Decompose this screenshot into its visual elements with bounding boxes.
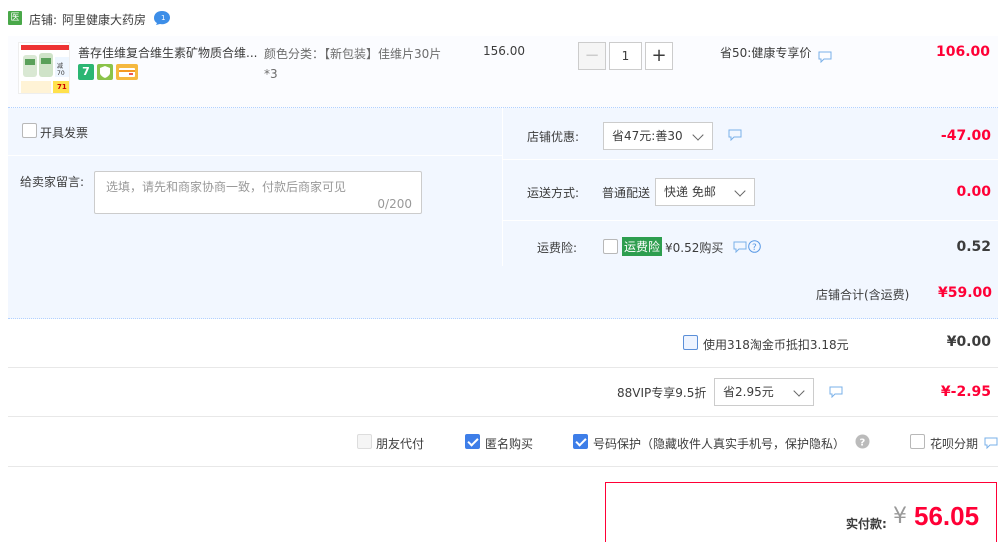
svg-text:?: ? [752,243,757,253]
credit-card-icon[interactable] [116,64,138,80]
actual-payment-amount: 56.05 [914,501,980,531]
friend-pay-checkbox[interactable] [357,434,372,449]
divider [8,466,998,467]
shipping-select[interactable]: 快递 免邮 [655,178,755,206]
chevron-down-icon [734,185,746,197]
currency-symbol: ¥ [893,504,907,529]
character-counter: 0/200 [377,197,412,211]
insurance-label: 运费险: [537,241,578,255]
chevron-down-icon [692,129,704,141]
seller-message-placeholder: 选填，请先和商家协商一致，付款后商家可见 [106,180,347,194]
service-badges: 7 [78,64,141,80]
comment-icon[interactable] [818,51,832,63]
shop-discount-label: 店铺优惠: [527,130,580,144]
quantity-input[interactable]: 1 [609,42,642,70]
divider [8,416,998,417]
taobao-coin-label: 使用318淘金币抵扣3.18元 [703,338,849,352]
svg-text:?: ? [860,438,866,449]
shipping-method: 普通配送 [602,186,651,200]
help-icon[interactable]: ? [748,240,761,253]
thumb-promo-text: 减70 [57,63,65,77]
chevron-down-icon [793,385,805,397]
shop-discount-row: 店铺优惠: 省47元:善30 -47.00 [503,108,999,160]
taobao-coin-checkbox[interactable] [683,335,698,350]
insurance-checkbox[interactable] [603,239,618,254]
shop-discount-selected: 省47元:善30 [612,129,683,143]
seller-message-label: 给卖家留言: [20,175,85,189]
shop-settlement-panel: 店铺优惠: 省47元:善30 -47.00 运送方式: 普通配送 快递 免邮 0… [502,108,999,266]
comment-icon[interactable] [728,129,742,141]
guarantee-icon[interactable] [97,64,113,80]
shop-discount-select[interactable]: 省47元:善30 [603,122,713,150]
shipping-row: 运送方式: 普通配送 快递 免邮 0.00 [503,161,999,221]
shipping-selected: 快递 免邮 [664,185,716,199]
sku-spec: 颜色分类：【新包装】佳维片30片*3 [264,47,442,81]
anonymous-purchase-checkbox[interactable] [465,434,480,449]
insurance-tag: 运费险 [622,237,663,256]
help-icon[interactable]: ? [855,434,870,449]
shop-name-link[interactable]: 阿里健康大药房 [62,11,146,28]
shop-total-amount: ¥59.00 [937,285,992,301]
insurance-price: ¥0.52购买 [665,241,724,255]
vip-discount-label: 88VIP专享9.5折 [617,386,707,400]
insurance-amount: 0.52 [956,239,991,255]
huabei-installment-label: 花呗分期 [930,437,979,451]
pharmacy-shop-icon: 医 [8,11,22,25]
wangwang-chat-icon[interactable]: 1 [153,10,171,26]
vip-discount-amount: ¥-2.95 [940,384,991,400]
shop-total-bar: 店铺合计(含运费) ¥59.00 [8,266,998,319]
decrease-quantity-button[interactable]: − [578,42,606,70]
invoice-checkbox[interactable] [22,123,37,138]
unit-price: 156.00 [483,44,525,58]
shop-total-label: 店铺合计(含运费) [816,288,910,302]
divider [8,367,998,368]
order-item-row: 减70 71 善存佳维复合维生素矿物质合维... 7 颜色分类：【新包装】佳维片… [8,36,998,108]
anonymous-purchase-label: 匿名购买 [485,437,534,451]
invoice-label: 开具发票 [40,126,89,140]
friend-pay-label: 朋友代付 [376,437,425,451]
shop-header: 医 店铺: 阿里健康大药房 1 [0,0,1003,36]
seller-message-input[interactable]: 选填，请先和商家协商一致，付款后商家可见 0/200 [94,171,422,214]
divider [8,155,502,156]
increase-quantity-button[interactable]: + [645,42,673,70]
comment-icon[interactable] [829,386,843,398]
shipping-insurance-row: 运费险: 运费险 ¥0.52购买 ? 0.52 [503,222,999,266]
product-thumbnail[interactable]: 减70 71 [18,42,70,94]
comment-icon[interactable] [984,437,998,449]
shipping-label: 运送方式: [527,186,580,200]
actual-payment-box: 实付款: ¥ 56.05 [605,482,997,542]
svg-text:1: 1 [161,14,165,22]
taobao-coin-amount: ¥0.00 [946,334,991,350]
huabei-installment-checkbox[interactable] [910,434,925,449]
shipping-amount: 0.00 [956,184,991,200]
item-subtotal: 106.00 [935,44,990,60]
shop-label: 店铺: [29,13,58,27]
vip-discount-selected: 省2.95元 [723,385,774,399]
number-protection-label: 号码保护（隐藏收件人真实手机号，保护隐私） [593,437,846,451]
seven-day-return-icon[interactable]: 7 [78,64,94,80]
product-title-link[interactable]: 善存佳维复合维生素矿物质合维... [78,44,260,61]
vip-discount-select[interactable]: 省2.95元 [714,378,814,406]
promotion-label: 省50:健康专享价 [720,46,812,60]
comment-icon[interactable] [733,241,747,253]
actual-payment-label: 实付款: [846,517,887,531]
number-protection-checkbox[interactable] [573,434,588,449]
thumb-price-text: 71 [57,83,67,91]
shop-discount-amount: -47.00 [940,128,991,144]
